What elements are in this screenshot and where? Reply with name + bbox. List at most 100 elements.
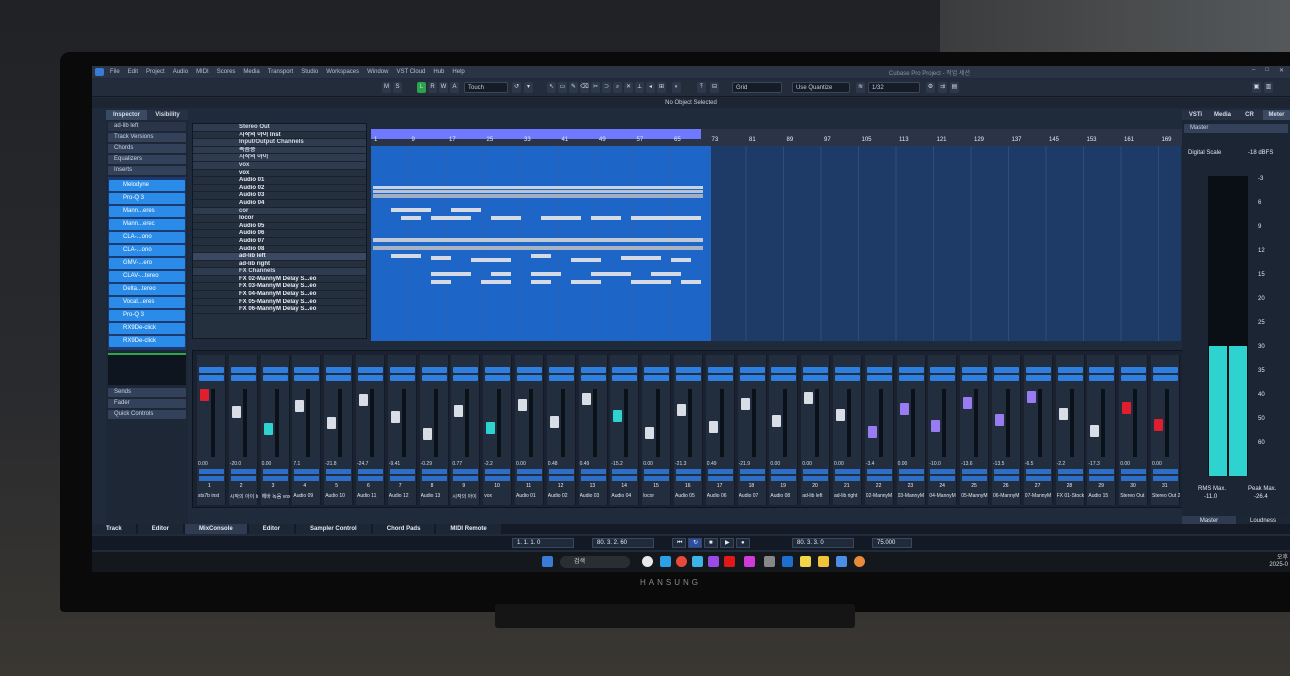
channel-input-routing[interactable]	[548, 469, 574, 474]
fader-handle[interactable]	[867, 426, 877, 438]
folder-track[interactable]: 시작의 아이	[193, 154, 366, 162]
channel-input-routing[interactable]	[803, 469, 829, 474]
draw-tool-icon[interactable]: ✎	[569, 82, 578, 93]
channel-output-routing[interactable]	[676, 476, 701, 481]
channel-name[interactable]: Stereo Out 2	[1152, 493, 1180, 499]
channel-read-write-buttons[interactable]	[262, 367, 288, 373]
channel-name[interactable]: 해바 녹음 vox	[262, 493, 290, 500]
audio-event[interactable]	[471, 258, 511, 262]
audio-event[interactable]	[541, 216, 581, 220]
channel-read-write-buttons[interactable]	[1025, 367, 1051, 373]
channel-read-write-buttons[interactable]	[898, 367, 924, 373]
channel-name[interactable]: Audio 11	[357, 493, 385, 499]
fader-handle[interactable]	[931, 420, 941, 432]
channel-read-write-buttons[interactable]	[421, 367, 447, 373]
audio-event[interactable]	[491, 216, 521, 220]
channel-output-routing[interactable]	[262, 476, 288, 481]
audio-event[interactable]	[491, 272, 511, 276]
channel-read-write-buttons[interactable]	[1153, 367, 1178, 373]
track-row[interactable]: FX 05-MannyM Delay S...eo	[193, 299, 366, 307]
channel-volume-value[interactable]: 0.00	[898, 461, 908, 467]
channel-read-write-buttons[interactable]	[676, 367, 701, 373]
track-row[interactable]: Audio 06	[193, 230, 366, 238]
channel-output-routing[interactable]	[1057, 476, 1083, 481]
channel-name[interactable]: 07-MannyM	[1025, 493, 1053, 499]
channel-read-write-buttons[interactable]	[835, 367, 860, 373]
audio-event[interactable]	[373, 194, 703, 198]
channel-output-routing[interactable]	[962, 476, 988, 481]
fader-handle[interactable]	[963, 397, 973, 409]
automation-icon[interactable]: A	[450, 82, 459, 93]
channel-output-routing[interactable]	[294, 476, 320, 481]
channel-volume-value[interactable]: -15.2	[611, 461, 622, 467]
channel-volume-value[interactable]: 0.00	[802, 461, 812, 467]
read-toggle-icon[interactable]: R	[428, 82, 437, 93]
audio-event[interactable]	[571, 258, 601, 262]
channel-input-routing[interactable]	[898, 469, 924, 474]
channel-volume-value[interactable]: 0.49	[707, 461, 717, 467]
folder-track[interactable]: Input/Output Channels	[193, 139, 366, 147]
audio-event[interactable]	[621, 256, 661, 260]
mute-tool-icon[interactable]: ✕	[624, 82, 633, 93]
channel-name[interactable]: 06-MannyM	[993, 493, 1021, 499]
go-to-start-icon[interactable]: ⏮	[672, 538, 686, 548]
channel-volume-value[interactable]: 0.00	[1120, 461, 1130, 467]
channel-mute-solo-buttons[interactable]	[389, 375, 415, 381]
channel-output-routing[interactable]	[453, 476, 479, 481]
channel-name[interactable]: 시작의 아이	[452, 493, 480, 500]
close-icon[interactable]: ✕	[1279, 67, 1284, 74]
audio-event[interactable]	[401, 216, 421, 220]
menu-vst-cloud[interactable]: VST Cloud	[396, 69, 425, 75]
channel-name[interactable]: Audio 15	[1088, 493, 1116, 499]
channel-volume-value[interactable]: 7.1	[293, 461, 300, 467]
channel-read-write-buttons[interactable]	[707, 367, 733, 373]
range-tool-icon[interactable]: ▭	[558, 82, 567, 93]
channel-mute-solo-buttons[interactable]	[676, 375, 701, 381]
channel-volume-value[interactable]: 0.00	[1152, 461, 1162, 467]
snap-toggle-icon[interactable]: ⤒	[697, 82, 706, 93]
automation-mode-select[interactable]: Touch	[464, 82, 508, 93]
channel-name[interactable]: vox	[484, 493, 512, 499]
tab-sampler-control[interactable]: Sampler Control	[296, 524, 371, 534]
channel-output-routing[interactable]	[612, 476, 638, 481]
track-row[interactable]: FX 02-MannyM Delay S...eo	[193, 276, 366, 284]
channel-output-routing[interactable]	[548, 476, 574, 481]
track-row[interactable]: vox	[193, 170, 366, 178]
channel-output-routing[interactable]	[358, 476, 383, 481]
channel-mute-solo-buttons[interactable]	[1057, 375, 1083, 381]
audio-event[interactable]	[373, 238, 703, 242]
channel-volume-value[interactable]: -3.4	[866, 461, 875, 467]
section-chords[interactable]: Chords	[108, 144, 186, 153]
channel-mute-solo-buttons[interactable]	[294, 375, 320, 381]
channel-volume-value[interactable]: 0.00	[834, 461, 844, 467]
solo-toggle-icon[interactable]: S	[393, 82, 402, 93]
cycle-range[interactable]	[371, 129, 701, 139]
fader-handle[interactable]	[263, 423, 273, 435]
insert-slot[interactable]: CLA-...ono	[109, 245, 185, 256]
channel-mute-solo-buttons[interactable]	[612, 375, 638, 381]
audio-event[interactable]	[651, 272, 681, 276]
channel-output-routing[interactable]	[421, 476, 447, 481]
tab-track[interactable]: Track	[92, 524, 136, 534]
track-row[interactable]: Audio 01	[193, 177, 366, 185]
master-select[interactable]: Master	[1184, 124, 1288, 133]
folder-track[interactable]: vox	[193, 161, 366, 170]
channel-input-routing[interactable]	[612, 469, 638, 474]
fader-handle[interactable]	[1090, 425, 1100, 437]
channel-output-routing[interactable]	[644, 476, 670, 481]
audio-event[interactable]	[373, 186, 703, 189]
channel-read-write-buttons[interactable]	[230, 367, 256, 373]
channel-name[interactable]: 시작의 아이 Inst	[230, 493, 258, 500]
channel-read-write-buttons[interactable]	[485, 367, 511, 373]
fader-handle[interactable]	[613, 410, 623, 422]
channel-read-write-buttons[interactable]	[771, 367, 797, 373]
channel-output-routing[interactable]	[835, 476, 860, 481]
track-row[interactable]: Audio 03	[193, 192, 366, 200]
position-display[interactable]: 80. 3. 2. 60	[592, 538, 654, 548]
edge-browser-icon[interactable]	[660, 556, 671, 567]
fader-handle[interactable]	[836, 409, 845, 421]
channel-input-routing[interactable]	[994, 469, 1019, 474]
channel-name[interactable]: ad-lib left	[802, 493, 830, 499]
channel-volume-value[interactable]: -13.6	[961, 461, 972, 467]
fader-handle[interactable]	[549, 416, 559, 428]
